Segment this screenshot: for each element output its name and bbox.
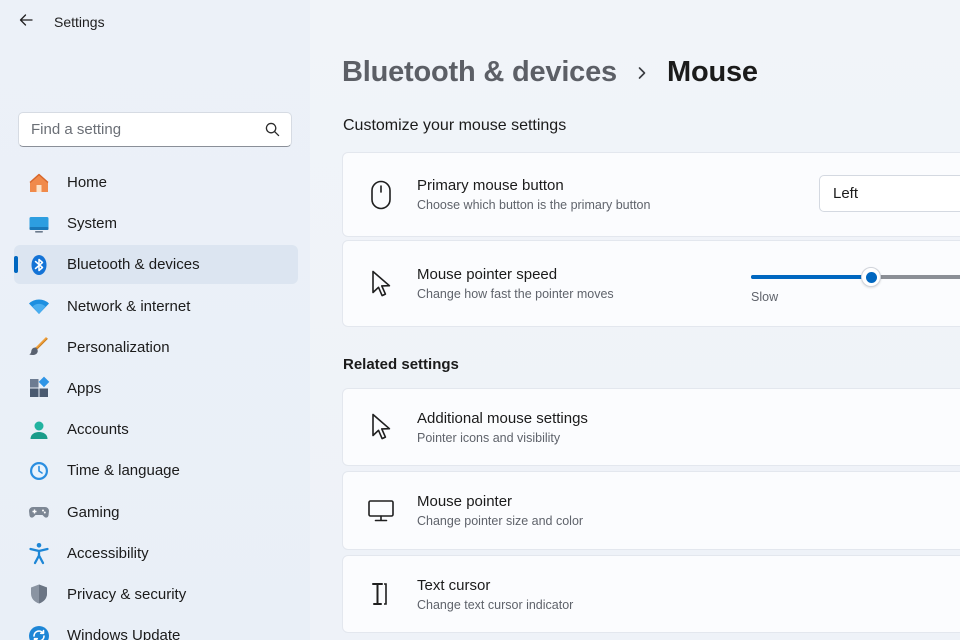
- settings-window: Settings Home System: [0, 0, 960, 640]
- sidebar-item-label: Accounts: [67, 421, 129, 439]
- breadcrumb: Bluetooth & devices Mouse: [342, 56, 758, 89]
- card-text: Primary mouse button Choose which button…: [417, 177, 650, 212]
- home-icon: [26, 170, 52, 196]
- card-text: Additional mouse settings Pointer icons …: [417, 410, 588, 445]
- sidebar-item-personalization[interactable]: Personalization: [14, 328, 298, 367]
- sidebar-item-label: Windows Update: [67, 627, 181, 640]
- slider-thumb[interactable]: [861, 267, 881, 287]
- card-description: Change how fast the pointer moves: [417, 287, 614, 301]
- sidebar-item-privacy-security[interactable]: Privacy & security: [14, 575, 298, 614]
- card-description: Change text cursor indicator: [417, 597, 574, 612]
- search-input[interactable]: [31, 121, 263, 138]
- cursor-arrow-icon: [363, 266, 399, 302]
- card-text: Text cursor Change text cursor indicator: [417, 577, 573, 612]
- wifi-icon: [26, 293, 52, 319]
- mouse-icon: [363, 177, 399, 213]
- pointer-speed-slider[interactable]: Slow: [751, 261, 960, 311]
- card-title: Mouse pointer speed: [417, 266, 558, 283]
- sidebar-item-network-internet[interactable]: Network & internet: [14, 287, 298, 326]
- sidebar-item-label: Privacy & security: [67, 585, 187, 603]
- pointer-speed-card: Mouse pointer speed Change how fast the …: [342, 240, 960, 327]
- brush-icon: [26, 334, 52, 360]
- sidebar-item-time-language[interactable]: Time & language: [14, 451, 298, 490]
- breadcrumb-parent-link[interactable]: Bluetooth & devices: [342, 56, 617, 89]
- card-text: Mouse pointer speed Change how fast the …: [417, 266, 614, 301]
- card-description: Change pointer size and color: [417, 514, 584, 528]
- search-icon[interactable]: [263, 121, 281, 139]
- sidebar-item-gaming[interactable]: Gaming: [14, 493, 298, 532]
- dropdown-value: Left: [833, 185, 859, 202]
- text-cursor-card[interactable]: Text cursor Change text cursor indicator: [342, 555, 960, 633]
- back-arrow-icon: [18, 12, 34, 33]
- sidebar-item-accounts[interactable]: Accounts: [14, 410, 298, 449]
- sidebar-item-label: Gaming: [67, 503, 120, 521]
- primary-button-dropdown[interactable]: Left: [819, 175, 960, 212]
- sidebar-item-accessibility[interactable]: Accessibility: [14, 534, 298, 573]
- apps-icon: [26, 375, 52, 401]
- sidebar-item-bluetooth-devices[interactable]: Bluetooth & devices: [14, 245, 298, 285]
- sidebar-item-label: Apps: [67, 379, 102, 397]
- sidebar-item-label: Personalization: [67, 338, 170, 356]
- system-icon: [26, 211, 52, 237]
- bluetooth-icon: [26, 252, 52, 278]
- search-box[interactable]: [18, 112, 292, 147]
- card-description: Choose which button is the primary butto…: [417, 198, 651, 212]
- mouse-pointer-card[interactable]: Mouse pointer Change pointer size and co…: [342, 471, 960, 550]
- card-title: Text cursor: [417, 576, 491, 594]
- sidebar-item-label: System: [67, 215, 118, 233]
- update-icon: [26, 623, 52, 640]
- slider-fill: [751, 275, 871, 279]
- sidebar: Settings Home System: [0, 0, 310, 640]
- sidebar-item-label: Accessibility: [67, 544, 149, 562]
- sidebar-item-system[interactable]: System: [14, 204, 298, 243]
- sidebar-item-label: Home: [67, 174, 108, 191]
- page-subtitle: Customize your mouse settings: [343, 117, 567, 134]
- additional-mouse-settings-card[interactable]: Additional mouse settings Pointer icons …: [342, 388, 960, 466]
- primary-mouse-button-card: Primary mouse button Choose which button…: [342, 152, 960, 237]
- sidebar-item-label: Time & language: [67, 462, 180, 480]
- card-text: Mouse pointer Change pointer size and co…: [417, 493, 583, 528]
- time-language-icon: [26, 458, 52, 484]
- card-title: Primary mouse button: [417, 177, 564, 194]
- page-title: Mouse: [666, 56, 758, 88]
- slider-min-label: Slow: [751, 290, 779, 304]
- text-cursor-icon: [363, 576, 399, 612]
- monitor-icon: [363, 493, 399, 529]
- title-bar: Settings: [0, 0, 310, 44]
- sidebar-nav: Home System Bluetooth & devices Network …: [14, 163, 298, 640]
- shield-icon: [26, 581, 52, 607]
- cursor-arrow-icon: [363, 409, 399, 445]
- sidebar-item-apps[interactable]: Apps: [14, 369, 298, 408]
- card-description: Pointer icons and visibility: [417, 430, 561, 445]
- main-content: Bluetooth & devices Mouse Customize your…: [310, 0, 960, 640]
- card-title: Additional mouse settings: [417, 409, 588, 427]
- accessibility-icon: [26, 540, 52, 566]
- accounts-icon: [26, 417, 52, 443]
- sidebar-item-label: Network & internet: [67, 297, 191, 315]
- gamepad-icon: [26, 499, 52, 525]
- related-settings-heading: Related settings: [343, 356, 459, 373]
- back-button[interactable]: [6, 2, 46, 42]
- sidebar-item-windows-update[interactable]: Windows Update: [14, 616, 298, 640]
- sidebar-item-label: Bluetooth & devices: [67, 256, 200, 274]
- sidebar-item-home[interactable]: Home: [14, 163, 298, 202]
- app-title: Settings: [54, 14, 105, 30]
- card-title: Mouse pointer: [417, 493, 513, 510]
- chevron-right-icon: [617, 66, 667, 80]
